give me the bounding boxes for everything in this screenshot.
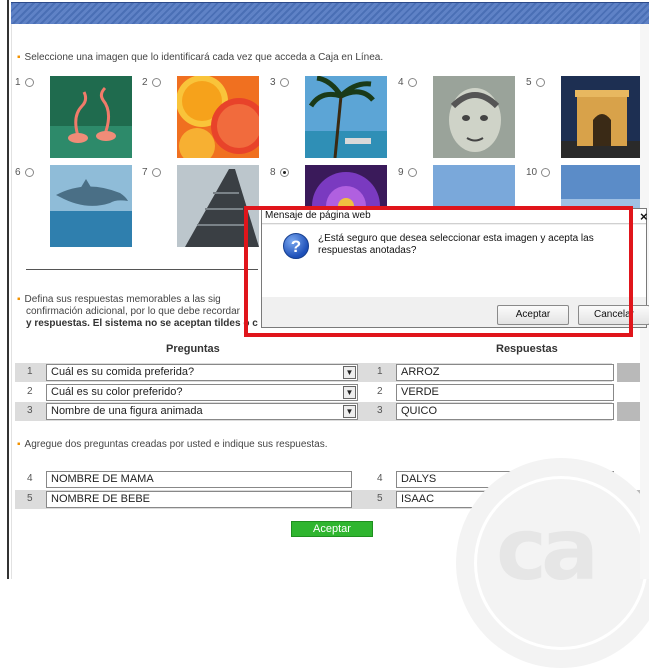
radio-option-2[interactable]: 2: [142, 77, 161, 88]
header-bar: [11, 2, 649, 24]
image-flamingos[interactable]: [50, 76, 132, 158]
chevron-down-icon[interactable]: ▼: [343, 366, 356, 379]
question-row-3: 3 Nombre de una figura animada ▼ 3 QUICO: [15, 402, 649, 421]
answers-instruction: ▪ Defina sus respuestas memorables a las …: [17, 294, 258, 329]
question-number: 3: [27, 405, 33, 416]
radio-option-6[interactable]: 6: [15, 167, 34, 178]
radio-option-9[interactable]: 9: [398, 167, 417, 178]
chevron-down-icon[interactable]: ▼: [343, 405, 356, 418]
bullet-icon: ▪: [17, 52, 21, 63]
question-number: 4: [27, 473, 33, 484]
radio-option-7[interactable]: 7: [142, 167, 161, 178]
image-dolphin[interactable]: [50, 165, 132, 247]
answer-number: 4: [377, 473, 383, 484]
chevron-down-icon[interactable]: ▼: [343, 386, 356, 399]
image-citrus[interactable]: [177, 76, 259, 158]
radio-option-10[interactable]: 10: [526, 167, 551, 178]
section-divider: [26, 269, 258, 270]
answers-header: Respuestas: [496, 343, 558, 355]
answer-input-2[interactable]: VERDE: [396, 384, 614, 401]
window-left-border: [0, 0, 9, 579]
highlight-frame: [244, 206, 633, 337]
question-number: 5: [27, 493, 33, 504]
radio-option-3[interactable]: 3: [270, 77, 289, 88]
radio-option-4[interactable]: 4: [398, 77, 417, 88]
answer-input-3[interactable]: QUICO: [396, 403, 614, 420]
custom-question-input-5[interactable]: NOMBRE DE BEBE: [46, 491, 352, 508]
question-number: 2: [27, 386, 33, 397]
radio-option-1[interactable]: 1: [15, 77, 34, 88]
custom-question-input-4[interactable]: NOMBRE DE MAMA: [46, 471, 352, 488]
answer-input-1[interactable]: ARROZ: [396, 364, 614, 381]
question-select-2[interactable]: Cuál es su color preferido? ▼: [46, 384, 358, 401]
question-select-1[interactable]: Cuál es su comida preferida? ▼: [46, 364, 358, 381]
close-icon[interactable]: ×: [640, 209, 648, 224]
answer-number: 5: [377, 493, 383, 504]
custom-questions-instruction: ▪ Agregue dos preguntas creadas por usted…: [17, 439, 328, 450]
watermark-logo-text: ca: [496, 500, 599, 600]
image-arch[interactable]: [561, 76, 643, 158]
radio-option-8[interactable]: 8: [270, 167, 289, 178]
question-number: 1: [27, 366, 33, 377]
bullet-icon: ▪: [17, 294, 21, 305]
question-select-3[interactable]: Nombre de una figura animada ▼: [46, 403, 358, 420]
question-row-2: 2 Cuál es su color preferido? ▼ 2 VERDE: [15, 383, 614, 402]
answer-number: 2: [377, 386, 383, 397]
image-instruction: ▪ Seleccione una imagen que lo identifica…: [17, 52, 384, 63]
image-palm-beach[interactable]: [305, 76, 387, 158]
questions-header: Preguntas: [166, 343, 220, 355]
bullet-icon: ▪: [17, 439, 21, 450]
submit-button[interactable]: Aceptar: [291, 521, 373, 537]
image-dollar-portrait[interactable]: [433, 76, 515, 158]
radio-option-5[interactable]: 5: [526, 77, 545, 88]
answer-number: 3: [377, 405, 383, 416]
answer-number: 1: [377, 366, 383, 377]
question-row-1: 1 Cuál es su comida preferida? ▼ 1 ARROZ: [15, 363, 649, 382]
